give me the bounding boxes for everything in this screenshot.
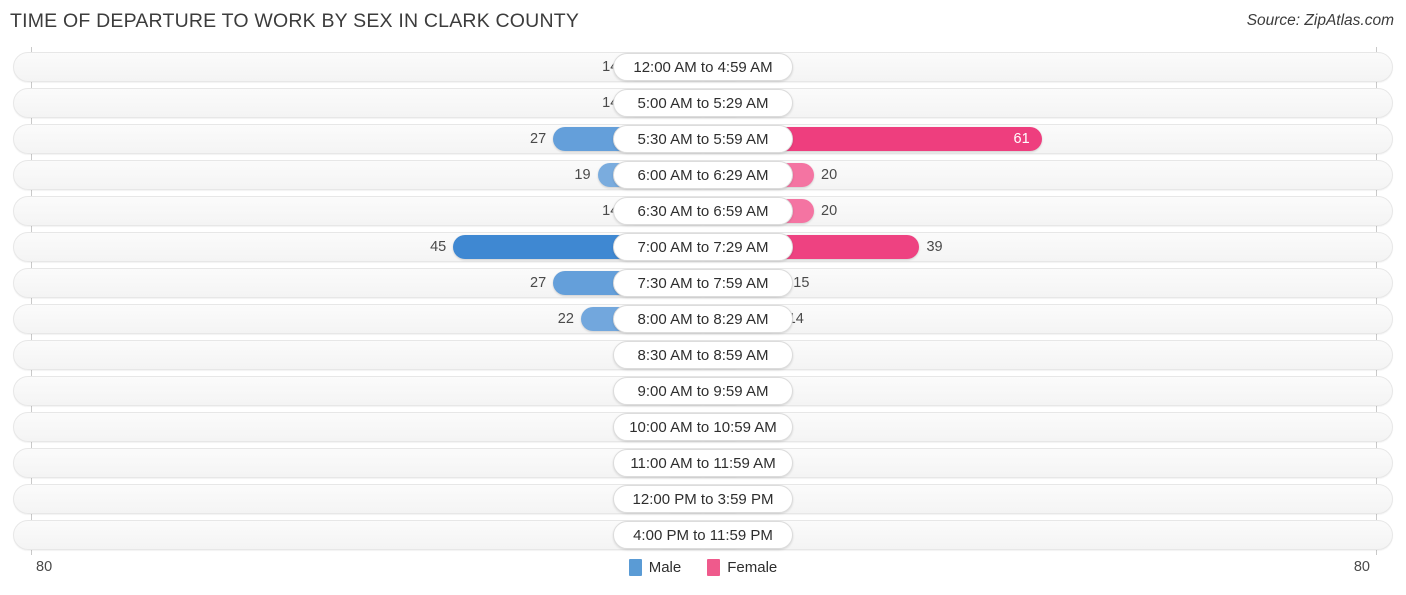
legend-swatch-male-icon bbox=[628, 559, 642, 576]
value-label-female: 61 bbox=[1013, 131, 1030, 147]
chart-row: 19 20 6:00 AM to 6:29 AM bbox=[13, 160, 1393, 190]
page-title: TIME OF DEPARTURE TO WORK BY SEX IN CLAR… bbox=[10, 10, 580, 32]
category-label-pill: 6:30 AM to 6:59 AM bbox=[613, 197, 793, 225]
chart-row: 009:00 AM to 9:59 AM bbox=[13, 376, 1393, 406]
chart-row: 4012:00 PM to 3:59 PM bbox=[13, 484, 1393, 514]
category-label-pill: 11:00 AM to 11:59 AM bbox=[613, 449, 793, 477]
chart-row: 0010:00 AM to 10:59 AM bbox=[13, 412, 1393, 442]
legend-item-male[interactable]: Male bbox=[628, 559, 682, 576]
chart-plot-area: 14012:00 AM to 4:59 AM 1405:00 AM to 5:29… bbox=[0, 47, 1406, 555]
legend-swatch-female-icon bbox=[707, 559, 721, 576]
chart-row: 14012:00 AM to 4:59 AM bbox=[13, 52, 1393, 82]
value-label-male: 45 bbox=[430, 239, 447, 255]
value-label-male: 22 bbox=[557, 311, 574, 327]
source-attribution: Source: ZipAtlas.com bbox=[1246, 12, 1394, 29]
chart-header: TIME OF DEPARTURE TO WORK BY SEX IN CLAR… bbox=[0, 0, 1406, 46]
value-label-female: 39 bbox=[926, 239, 943, 255]
value-label-female: 20 bbox=[821, 203, 838, 219]
category-label-pill: 12:00 AM to 4:59 AM bbox=[613, 53, 793, 81]
category-label-pill: 7:30 AM to 7:59 AM bbox=[613, 269, 793, 297]
category-label-pill: 7:00 AM to 7:29 AM bbox=[613, 233, 793, 261]
legend-label-male: Male bbox=[648, 559, 682, 576]
category-label-pill: 5:30 AM to 5:59 AM bbox=[613, 125, 793, 153]
chart-footer: 80 80 Male Female bbox=[0, 555, 1406, 595]
value-label-male: 19 bbox=[574, 167, 591, 183]
category-label-pill: 5:00 AM to 5:29 AM bbox=[613, 89, 793, 117]
value-label-male: 27 bbox=[530, 131, 547, 147]
category-label-pill: 12:00 PM to 3:59 PM bbox=[613, 485, 793, 513]
category-label-pill: 6:00 AM to 6:29 AM bbox=[613, 161, 793, 189]
category-label-pill: 8:00 AM to 8:29 AM bbox=[613, 305, 793, 333]
chart-row: 27 15 7:30 AM to 7:59 AM bbox=[13, 268, 1393, 298]
value-label-female: 15 bbox=[793, 275, 810, 291]
chart-row: 27 61 5:30 AM to 5:59 AM bbox=[13, 124, 1393, 154]
category-label-pill: 10:00 AM to 10:59 AM bbox=[613, 413, 793, 441]
value-label-male: 27 bbox=[530, 275, 547, 291]
value-label-female: 20 bbox=[821, 167, 838, 183]
legend-item-female[interactable]: Female bbox=[707, 559, 777, 576]
category-label-pill: 9:00 AM to 9:59 AM bbox=[613, 377, 793, 405]
legend-label-female: Female bbox=[727, 559, 778, 576]
category-label-pill: 8:30 AM to 8:59 AM bbox=[613, 341, 793, 369]
category-label-pill: 4:00 PM to 11:59 PM bbox=[613, 521, 793, 549]
chart-row: 904:00 PM to 11:59 PM bbox=[13, 520, 1393, 550]
chart-row: 0011:00 AM to 11:59 AM bbox=[13, 448, 1393, 478]
chart-row: 1405:00 AM to 5:29 AM bbox=[13, 88, 1393, 118]
chart-row: 14 20 6:30 AM to 6:59 AM bbox=[13, 196, 1393, 226]
chart-row: 45 39 7:00 AM to 7:29 AM bbox=[13, 232, 1393, 262]
chart-row: 22 14 8:00 AM to 8:29 AM bbox=[13, 304, 1393, 334]
chart-page: TIME OF DEPARTURE TO WORK BY SEX IN CLAR… bbox=[0, 0, 1406, 595]
chart-legend: Male Female bbox=[0, 559, 1406, 576]
chart-row: 668:30 AM to 8:59 AM bbox=[13, 340, 1393, 370]
